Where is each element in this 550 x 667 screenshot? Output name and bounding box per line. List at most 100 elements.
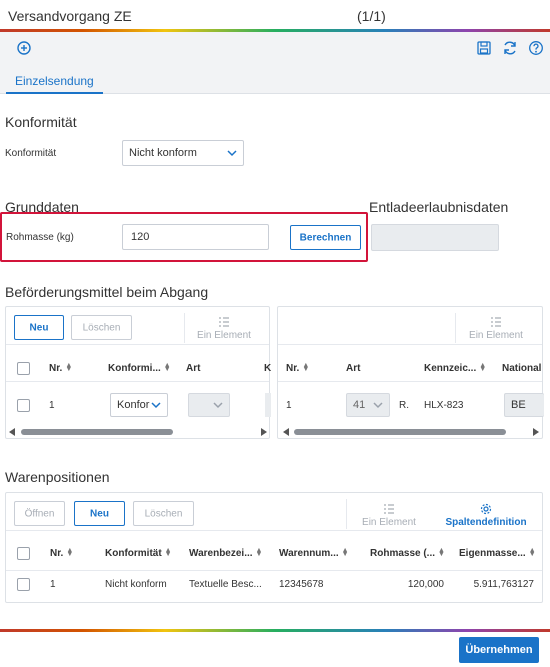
row-divider <box>6 381 269 382</box>
spaltendefinition-button[interactable]: Spaltendefinition <box>436 503 536 528</box>
konformitaet-select[interactable]: Nicht konform <box>122 140 244 166</box>
row-nr: 1 <box>49 400 55 411</box>
col-art[interactable]: Art <box>186 363 200 374</box>
scroll-thumb[interactable] <box>294 429 506 435</box>
left-element-label: Ein Element <box>197 330 251 341</box>
befoerderung-section-title: Beförderungsmittel beim Abgang <box>5 284 209 300</box>
col-eigenmasse[interactable]: Eigenmasse... ▲ ▼ <box>459 547 536 559</box>
uebernehmen-button[interactable]: Übernehmen <box>459 637 539 663</box>
row-extra: R. <box>399 400 409 411</box>
row-checkbox[interactable] <box>17 399 30 412</box>
row-konformitaet: Nicht konform <box>105 579 167 590</box>
toolbar-divider <box>346 499 347 529</box>
delete-button-label: Löschen <box>144 508 183 519</box>
col-art[interactable]: Art <box>346 363 360 374</box>
rohmasse-label: Rohmasse (kg) <box>6 232 74 243</box>
col-konformitaet[interactable]: Konformi... ▲ ▼ <box>108 362 171 374</box>
col-kennzeichen[interactable]: Kennzeic... ▲ ▼ <box>424 362 486 374</box>
befoerderung-new-button[interactable]: Neu <box>14 315 64 340</box>
waren-new-button[interactable]: Neu <box>74 501 125 526</box>
chevron-down-icon <box>227 150 237 157</box>
row-konformitaet-select[interactable]: Konfor <box>110 393 168 417</box>
bottom-accent-bar <box>0 629 550 632</box>
left-element-action[interactable]: Ein Element <box>189 316 259 341</box>
select-all-checkbox[interactable] <box>17 547 30 560</box>
konformitaet-label: Konformität <box>5 148 57 159</box>
waren-delete-button[interactable]: Löschen <box>133 501 194 526</box>
select-all-checkbox[interactable] <box>17 362 30 375</box>
spaltendefinition-label: Spaltendefinition <box>445 517 527 528</box>
row-kennzeichen: HLX-823 <box>424 400 464 411</box>
col-nr[interactable]: Nr. ▲ ▼ <box>50 547 73 559</box>
record-counter: (1/1) <box>357 8 386 24</box>
row-warennummer: 12345678 <box>279 579 324 590</box>
list-icon <box>491 317 501 327</box>
chevron-down-icon <box>213 402 223 409</box>
add-circle-icon[interactable] <box>16 40 32 56</box>
row-divider <box>6 570 542 571</box>
row-rohmasse: 120,000 <box>407 579 444 590</box>
row-konformitaet-value: Konfor <box>117 399 150 411</box>
rohmasse-input[interactable] <box>122 224 269 250</box>
konformitaet-select-value: Nicht konform <box>129 147 197 159</box>
chevron-down-icon <box>151 402 161 409</box>
waren-element-label: Ein Element <box>362 517 416 528</box>
row-divider <box>278 381 542 382</box>
row-art-value: 41 <box>353 399 366 411</box>
scroll-thumb[interactable] <box>21 429 173 435</box>
row-nr: 1 <box>286 400 292 411</box>
row-nr: 1 <box>50 579 56 590</box>
toolbar-divider <box>455 313 456 343</box>
waren-element-action[interactable]: Ein Element <box>353 503 425 528</box>
col-warenbezeichnung[interactable]: Warenbezei... ▲ ▼ <box>189 547 262 559</box>
title-bar: Versandvorgang ZE (1/1) <box>0 0 550 32</box>
konformitaet-section-title: Konformität <box>5 114 77 130</box>
right-element-label: Ein Element <box>469 330 523 341</box>
help-icon[interactable] <box>528 40 544 56</box>
row-national-select: BE <box>504 393 544 417</box>
row-art-select: 41 <box>346 393 390 417</box>
window-title: Versandvorgang ZE <box>8 8 132 24</box>
right-element-action[interactable]: Ein Element <box>461 316 531 341</box>
new-button-label: Neu <box>90 508 109 519</box>
scroll-right-arrow[interactable] <box>533 428 539 436</box>
col-rohmasse[interactable]: Rohmasse (... ▲ ▼ <box>370 547 445 559</box>
col-nr[interactable]: Nr. ▲ ▼ <box>49 362 72 374</box>
tab-einzelsendung[interactable]: Einzelsendung <box>6 74 103 94</box>
toolbar: Einzelsendung <box>0 32 550 94</box>
berechnen-button[interactable]: Berechnen <box>290 225 361 250</box>
open-button-label: Öffnen <box>24 508 55 519</box>
befoerderung-right-panel: Ein Element Nr. ▲ ▼ Art Kennzeic... ▲ ▼ Nati… <box>277 306 544 439</box>
col-k[interactable]: K <box>264 363 271 374</box>
waren-open-button[interactable]: Öffnen <box>14 501 65 526</box>
list-icon <box>384 504 394 514</box>
refresh-icon[interactable] <box>502 40 518 56</box>
list-icon <box>219 317 229 327</box>
row-warenbezeichnung: Textuelle Besc... <box>189 579 262 590</box>
row-national-value: BE <box>511 399 526 411</box>
row-eigenmasse: 5.911,763127 <box>473 579 534 590</box>
row-art-select <box>188 393 230 417</box>
befoerderung-delete-button[interactable]: Löschen <box>71 315 132 340</box>
gear-icon <box>480 503 492 515</box>
scroll-left-arrow[interactable] <box>283 428 289 436</box>
right-horizontal-scrollbar[interactable] <box>283 427 539 437</box>
uebernehmen-button-label: Übernehmen <box>465 644 533 656</box>
delete-button-label: Löschen <box>82 322 121 333</box>
warenpositionen-panel: Öffnen Neu Löschen Ein Element Spaltende… <box>5 492 543 603</box>
berechnen-button-label: Berechnen <box>299 232 352 243</box>
row-checkbox[interactable] <box>17 578 30 591</box>
warenpositionen-section-title: Warenpositionen <box>5 469 110 485</box>
scroll-right-arrow[interactable] <box>261 428 267 436</box>
scroll-left-arrow[interactable] <box>9 428 15 436</box>
save-icon[interactable] <box>476 40 492 56</box>
col-konformitaet[interactable]: Konformität ▲ ▼ <box>105 547 172 559</box>
left-horizontal-scrollbar[interactable] <box>9 427 267 437</box>
col-warennummer[interactable]: Warennum... ▲ ▼ <box>279 547 349 559</box>
entladeerlaubnis-section-title: Entladeerlaubnisdaten <box>369 199 509 215</box>
col-nr[interactable]: Nr. ▲ ▼ <box>286 362 309 374</box>
col-national[interactable]: National <box>502 363 541 374</box>
chevron-down-icon <box>373 402 383 409</box>
befoerderung-left-panel: Neu Löschen Ein Element Nr. ▲ ▼ Konformi..… <box>5 306 271 439</box>
new-button-label: Neu <box>29 322 49 333</box>
